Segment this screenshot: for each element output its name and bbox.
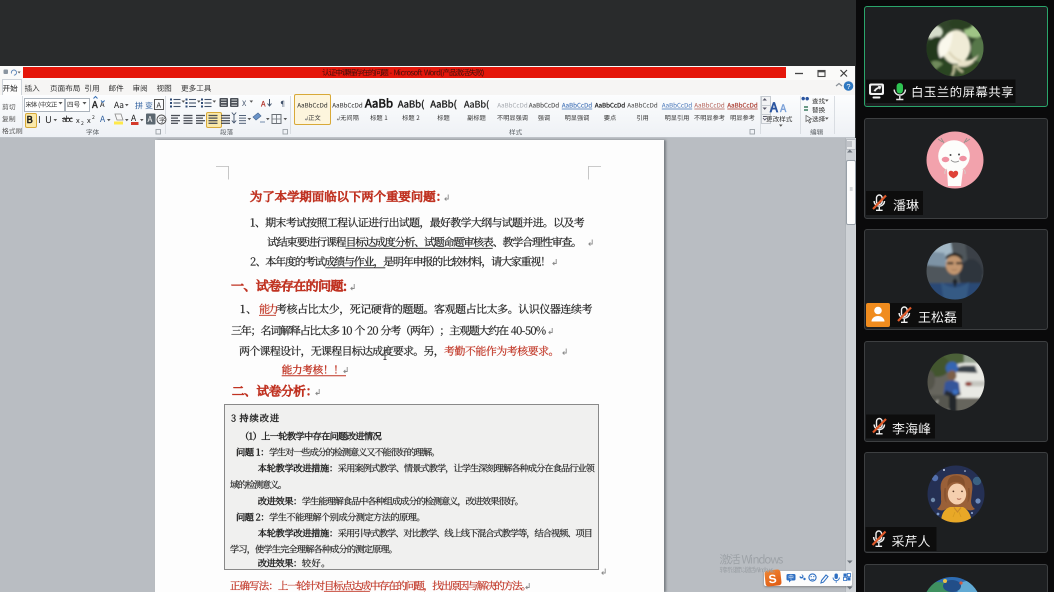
svg-text:中: 中 <box>788 574 794 582</box>
svg-text:?: ? <box>846 82 850 91</box>
svg-text:S: S <box>768 572 777 587</box>
